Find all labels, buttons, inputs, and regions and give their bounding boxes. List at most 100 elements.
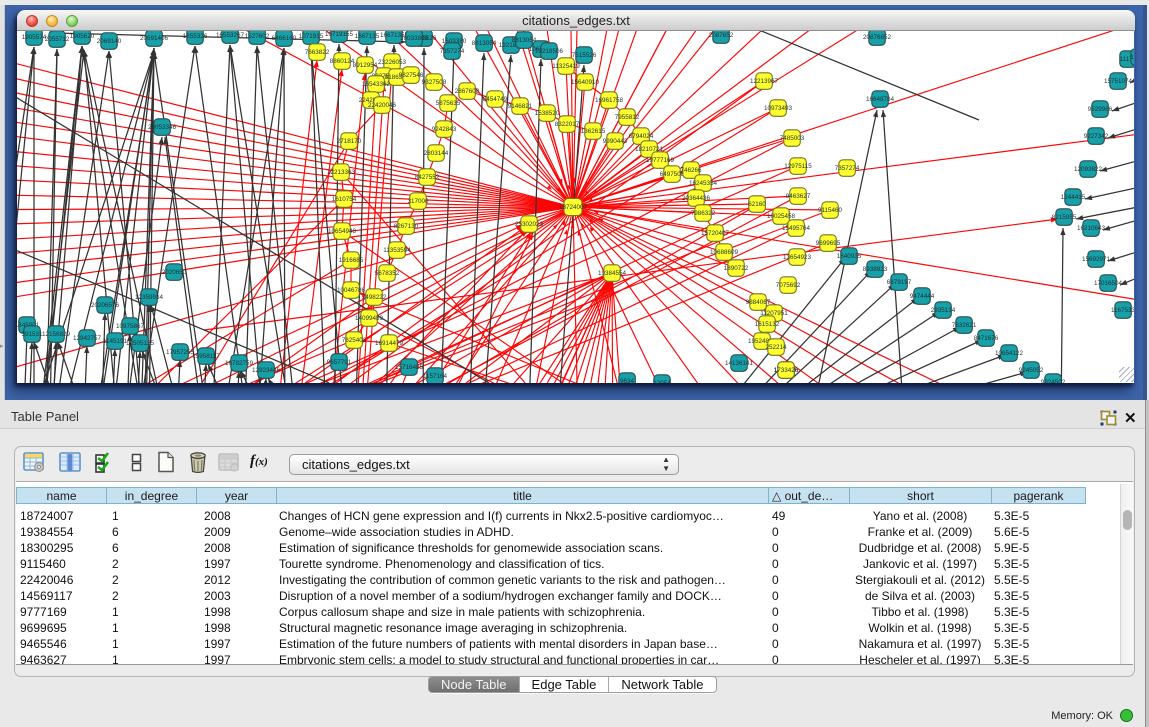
svg-text:15495764: 15495764: [782, 225, 811, 232]
svg-text:9884067: 9884067: [746, 299, 771, 306]
svg-text:16033809: 16033809: [400, 35, 429, 42]
svg-text:9115460: 9115460: [818, 207, 843, 214]
svg-text:391531: 391531: [21, 331, 43, 338]
svg-text:2087652: 2087652: [709, 32, 734, 39]
svg-text:8912954: 8912954: [353, 62, 378, 69]
svg-text:5875635: 5875635: [436, 100, 461, 107]
svg-text:1640935: 1640935: [837, 253, 862, 260]
svg-text:10975867: 10975867: [116, 323, 145, 330]
svg-text:8454749: 8454749: [483, 96, 508, 103]
svg-text:1733426: 1733426: [774, 367, 799, 374]
svg-text:22420046: 22420046: [368, 102, 397, 109]
svg-text:19384554: 19384554: [598, 270, 627, 277]
svg-text:9657791: 9657791: [327, 359, 352, 366]
svg-text:10688609: 10688609: [710, 249, 739, 256]
svg-text:2069140: 2069140: [97, 38, 122, 45]
svg-text:2055712: 2055712: [45, 36, 70, 43]
svg-text:16210643: 16210643: [1077, 225, 1106, 232]
svg-text:2803144: 2803144: [424, 150, 449, 157]
svg-text:10654948: 10654948: [328, 228, 357, 235]
svg-text:12975115: 12975115: [784, 163, 812, 170]
svg-text:6466160: 6466160: [272, 35, 297, 42]
svg-text:5498222: 5498222: [362, 294, 387, 301]
svg-text:7663822: 7663822: [305, 49, 330, 56]
svg-text:1071915: 1071915: [299, 33, 324, 40]
svg-text:7485003: 7485003: [780, 135, 805, 142]
svg-text:7515526: 7515526: [572, 52, 597, 59]
svg-text:20364436: 20364436: [682, 195, 711, 202]
svg-text:1362615: 1362615: [581, 128, 606, 135]
svg-text:14136141: 14136141: [725, 360, 754, 367]
svg-text:17016504: 17016504: [1094, 280, 1123, 287]
svg-text:16245354: 16245354: [689, 180, 718, 187]
svg-text:2935134: 2935134: [931, 307, 956, 314]
svg-text:10154: 10154: [1130, 54, 1134, 61]
svg-text:10046786: 10046786: [337, 287, 366, 294]
svg-text:8938923: 8938923: [863, 266, 888, 273]
svg-text:9327508: 9327508: [422, 79, 447, 86]
svg-text:10025458: 10025458: [767, 213, 796, 220]
svg-text:1905574: 1905574: [22, 34, 47, 41]
svg-text:746266: 746266: [680, 167, 702, 174]
svg-text:8813054: 8813054: [512, 37, 537, 44]
svg-text:8471676: 8471676: [974, 335, 999, 342]
svg-text:7986322: 7986322: [691, 210, 716, 217]
svg-text:15958117: 15958117: [192, 353, 220, 360]
svg-text:19777169: 19777169: [646, 157, 675, 164]
svg-text:1890722: 1890722: [724, 265, 749, 272]
svg-text:6879197: 6879197: [887, 279, 912, 286]
svg-text:1244415: 1244415: [1061, 194, 1086, 201]
svg-text:12213967: 12213967: [750, 78, 779, 85]
svg-text:1538520: 1538520: [535, 110, 560, 117]
svg-text:11325419: 11325419: [552, 63, 580, 70]
svg-text:317006: 317006: [407, 198, 429, 205]
svg-text:8427552: 8427552: [415, 174, 440, 181]
svg-text:10973493: 10973493: [764, 105, 793, 112]
svg-text:16543362: 16543362: [362, 81, 391, 88]
svg-text:12923446: 12923446: [252, 367, 281, 374]
svg-text:20691406: 20691406: [140, 35, 169, 42]
svg-text:16914479: 16914479: [375, 340, 404, 347]
svg-text:11353594: 11353594: [383, 247, 411, 254]
svg-text:9245052: 9245052: [1019, 367, 1044, 374]
svg-text:9634: 9634: [620, 378, 635, 383]
svg-text:12156829: 12156829: [42, 331, 71, 338]
svg-text:20876852: 20876852: [863, 34, 892, 41]
svg-text:8322017: 8322017: [555, 121, 580, 128]
svg-text:7625402: 7625402: [342, 337, 367, 344]
svg-text:9827546: 9827546: [399, 72, 424, 79]
svg-text:29053346: 29053346: [148, 124, 177, 131]
svg-text:2867608: 2867608: [455, 88, 480, 95]
svg-text:1667135: 1667135: [355, 33, 380, 40]
svg-text:9146821: 9146821: [508, 103, 533, 110]
svg-text:25302023: 25302023: [515, 221, 544, 228]
svg-text:1167533: 1167533: [1111, 307, 1134, 314]
svg-text:1916685: 1916685: [339, 257, 364, 264]
svg-text:2718170: 2718170: [337, 138, 362, 145]
svg-text:7357274: 7357274: [440, 48, 465, 55]
svg-text:9474444: 9474444: [910, 293, 935, 300]
svg-text:1610754: 1610754: [332, 196, 357, 203]
svg-text:9924502: 9924502: [1041, 379, 1066, 383]
svg-text:15692971: 15692971: [1082, 256, 1111, 263]
svg-text:12213363: 12213363: [327, 169, 356, 176]
svg-text:20206576: 20206576: [91, 302, 120, 309]
svg-text:1615132: 1615132: [755, 321, 780, 328]
svg-text:12093822: 12093822: [1074, 166, 1103, 173]
svg-text:15751074: 15751074: [1104, 78, 1133, 85]
svg-text:18724007: 18724007: [559, 204, 588, 211]
svg-text:1145191: 1145191: [103, 338, 128, 345]
svg-text:12942757: 12942757: [73, 335, 102, 342]
svg-text:15716485: 15716485: [395, 364, 424, 371]
svg-text:1655326: 1655326: [183, 33, 208, 40]
svg-text:19218506: 19218506: [535, 48, 564, 55]
svg-text:16648784: 16648784: [866, 96, 895, 103]
svg-text:13654923: 13654923: [783, 254, 812, 261]
svg-text:7955812: 7955812: [615, 114, 640, 121]
svg-text:9242843: 9242843: [432, 126, 457, 133]
svg-text:12505135: 12505135: [126, 340, 155, 347]
svg-text:9529966: 9529966: [1088, 106, 1113, 113]
svg-text:15720407: 15720407: [701, 230, 730, 237]
svg-text:17957255: 17957255: [166, 349, 195, 356]
svg-text:16782759: 16782759: [225, 360, 254, 367]
